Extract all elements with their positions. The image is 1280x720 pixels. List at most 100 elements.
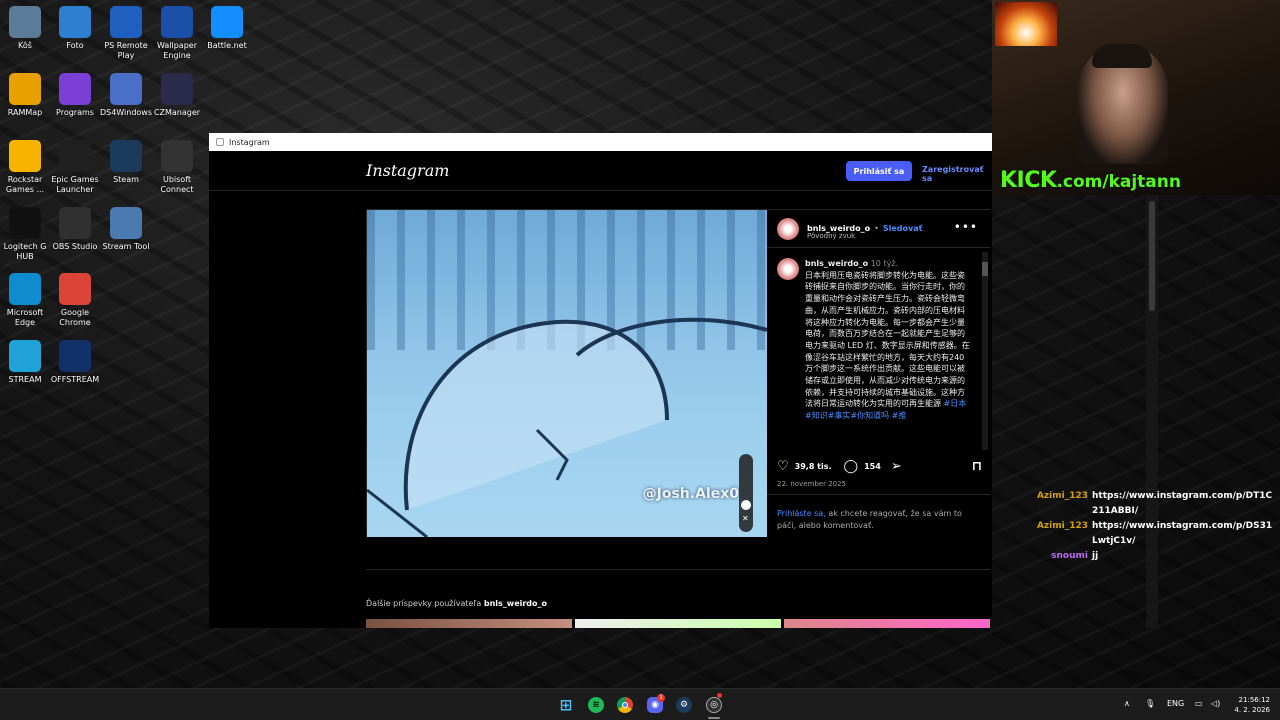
photos-icon — [59, 6, 91, 38]
rammap-icon — [9, 73, 41, 105]
post-caption: bnls_weirdo_o 10 týž. 日本利用压电瓷砖将脚步转化为电能。这… — [777, 258, 982, 448]
like-count: 39,8 tis. — [794, 462, 832, 471]
obs-recording-indicator — [717, 693, 722, 698]
caption-text: 日本利用压电瓷砖将脚步转化为电能。这些瓷砖捕捉来自你脚步的动能。当你行走时，你的… — [805, 270, 970, 409]
fireplace-image — [995, 2, 1057, 46]
desktop-shortcut[interactable]: Ubisoft Connect — [148, 140, 206, 195]
desktop-shortcut[interactable]: Epic Games Launcher — [46, 140, 104, 195]
caption-time: 10 týž. — [870, 259, 899, 268]
post-sidebar: bnls_weirdo_o • Sledovať Pôvodný zvuk ••… — [767, 210, 990, 537]
instagram-logo[interactable]: Instagram — [366, 161, 449, 180]
desktop-shortcut-label: Microsoft Edge — [6, 308, 44, 327]
like-icon[interactable]: ♡ — [777, 460, 789, 473]
offstream-shortcut-icon — [59, 340, 91, 372]
chat-message: Azimi_123 https://www.instagram.com/p/DT… — [1036, 489, 1276, 519]
kick-url: .com/kajtann — [1056, 172, 1181, 192]
obs-icon[interactable]: ◎ — [706, 697, 722, 713]
czmanager-icon — [161, 73, 193, 105]
more-options-icon[interactable]: ••• — [954, 220, 978, 234]
epic-games-icon — [59, 140, 91, 172]
window-titlebar[interactable]: Instagram — [209, 133, 992, 151]
avatar[interactable] — [777, 217, 799, 240]
desktop-shortcut-label: Kôš — [18, 41, 32, 50]
wallpaper-engine-icon — [161, 6, 193, 38]
stream-shortcut-icon — [9, 340, 41, 372]
windows-start-icon[interactable]: ⊞ — [558, 696, 574, 714]
programs-folder-icon — [59, 73, 91, 105]
desktop-shortcut-label: OBS Studio — [52, 242, 98, 251]
desktop-shortcut-label: PS Remote Play — [104, 41, 148, 60]
desktop-shortcut[interactable]: Battle.net — [198, 6, 256, 51]
mute-icon[interactable]: ✕ — [742, 514, 749, 523]
desktop-shortcut[interactable]: DS4Windows — [97, 73, 155, 118]
desktop-shortcut[interactable]: OFFSTREAM — [46, 340, 104, 385]
tray-overflow-icon[interactable]: ∧ — [1124, 699, 1130, 708]
volume-knob[interactable] — [741, 500, 751, 510]
caption-avatar[interactable] — [777, 258, 799, 280]
recycle-bin-icon — [9, 6, 41, 38]
register-link[interactable]: Zaregistrovať sa — [922, 165, 992, 183]
post-date: 22. november 2025 — [777, 480, 847, 488]
thumbnail[interactable] — [784, 619, 990, 628]
ps-remote-play-icon — [110, 6, 142, 38]
desktop-shortcut[interactable]: Foto — [46, 6, 104, 51]
discord-notification-badge: 1 — [657, 694, 665, 702]
desktop-shortcut[interactable]: PS Remote Play — [97, 6, 155, 61]
thumbnail[interactable] — [366, 619, 572, 628]
caption-username[interactable]: bnls_weirdo_o — [805, 259, 868, 268]
desktop-shortcut-label: Battle.net — [207, 41, 247, 50]
steam-icon — [110, 140, 142, 172]
more-posts-user[interactable]: bnls_weirdo_o — [484, 599, 547, 608]
ubisoft-icon — [161, 140, 193, 172]
desktop-shortcut-label: Epic Games Launcher — [51, 175, 99, 194]
desktop-shortcut-label: Logitech G HUB — [3, 242, 47, 261]
window-scroll-thumb[interactable] — [1149, 201, 1155, 311]
comment-icon[interactable]: ◯ — [844, 460, 859, 473]
desktop-shortcut-label: Google Chrome — [59, 308, 91, 327]
volume-slider[interactable]: ✕ — [739, 454, 753, 532]
ds4windows-icon — [110, 73, 142, 105]
desktop-shortcut[interactable]: Google Chrome — [46, 273, 104, 328]
window-title: Instagram — [229, 137, 270, 147]
clock-time: 21:56:12 — [1238, 696, 1270, 704]
desktop-shortcut-label: Rockstar Games ... — [5, 175, 45, 194]
desktop-shortcut[interactable]: Programs — [46, 73, 104, 118]
chat-text: https://www.instagram.com/p/DT1C211ABBI/ — [1092, 491, 1273, 516]
edge-icon — [9, 273, 41, 305]
share-icon[interactable]: ➢ — [891, 460, 902, 473]
chat-text: https://www.instagram.com/p/DS31LwtjC1v/ — [1092, 521, 1273, 546]
desktop-shortcut-label: RAMMap — [7, 108, 43, 117]
webcam-overlay — [992, 0, 1280, 195]
volume-icon[interactable]: ◁) — [1211, 699, 1220, 708]
divider — [366, 569, 990, 570]
post-video[interactable]: @Josh.Alex0 ✕ — [367, 210, 767, 537]
chrome-icon[interactable] — [617, 697, 633, 713]
audio-label[interactable]: Pôvodný zvuk — [807, 232, 855, 240]
desktop-shortcut[interactable]: Steam — [97, 140, 155, 185]
login-hint-link[interactable]: Prihláste sa, — [777, 509, 826, 518]
caption-scrollbar[interactable] — [982, 252, 988, 450]
desktop-shortcut[interactable]: Stream Tool — [97, 207, 155, 252]
desktop-shortcut[interactable]: OBS Studio — [46, 207, 104, 252]
rockstar-icon — [9, 140, 41, 172]
language-indicator[interactable]: ENG — [1167, 699, 1184, 708]
follow-button[interactable]: Sledovať — [883, 224, 923, 233]
bookmark-icon[interactable]: ⊓ — [972, 460, 982, 473]
clock[interactable]: 21:56:12 4. 2. 2026 — [1230, 695, 1270, 715]
desktop-shortcut-label: DS4Windows — [99, 108, 153, 117]
chrome-icon — [59, 273, 91, 305]
more-posts-prefix: Ďalšie príspevky používateľa — [366, 599, 484, 608]
network-icon[interactable]: ▭ — [1195, 699, 1203, 708]
chat-text: jj — [1092, 551, 1099, 561]
desktop-shortcut[interactable]: CZManager — [148, 73, 206, 118]
desktop-shortcut-label: STREAM — [8, 375, 42, 384]
spotify-icon[interactable]: ≋ — [588, 697, 604, 713]
chat-message: Azimi_123 https://www.instagram.com/p/DS… — [1036, 519, 1276, 549]
post: @Josh.Alex0 ✕ bnls_weirdo_o • Sledovať P… — [366, 209, 990, 537]
login-button[interactable]: Prihlásiť sa — [846, 161, 912, 181]
kick-channel-logo: KICK.com/kajtann — [1000, 168, 1181, 193]
caption-scroll-thumb[interactable] — [982, 262, 988, 276]
microphone-icon[interactable]: 🎙 — [1145, 699, 1155, 708]
steam-icon[interactable]: ⚙ — [676, 697, 692, 713]
thumbnail[interactable] — [575, 619, 781, 628]
